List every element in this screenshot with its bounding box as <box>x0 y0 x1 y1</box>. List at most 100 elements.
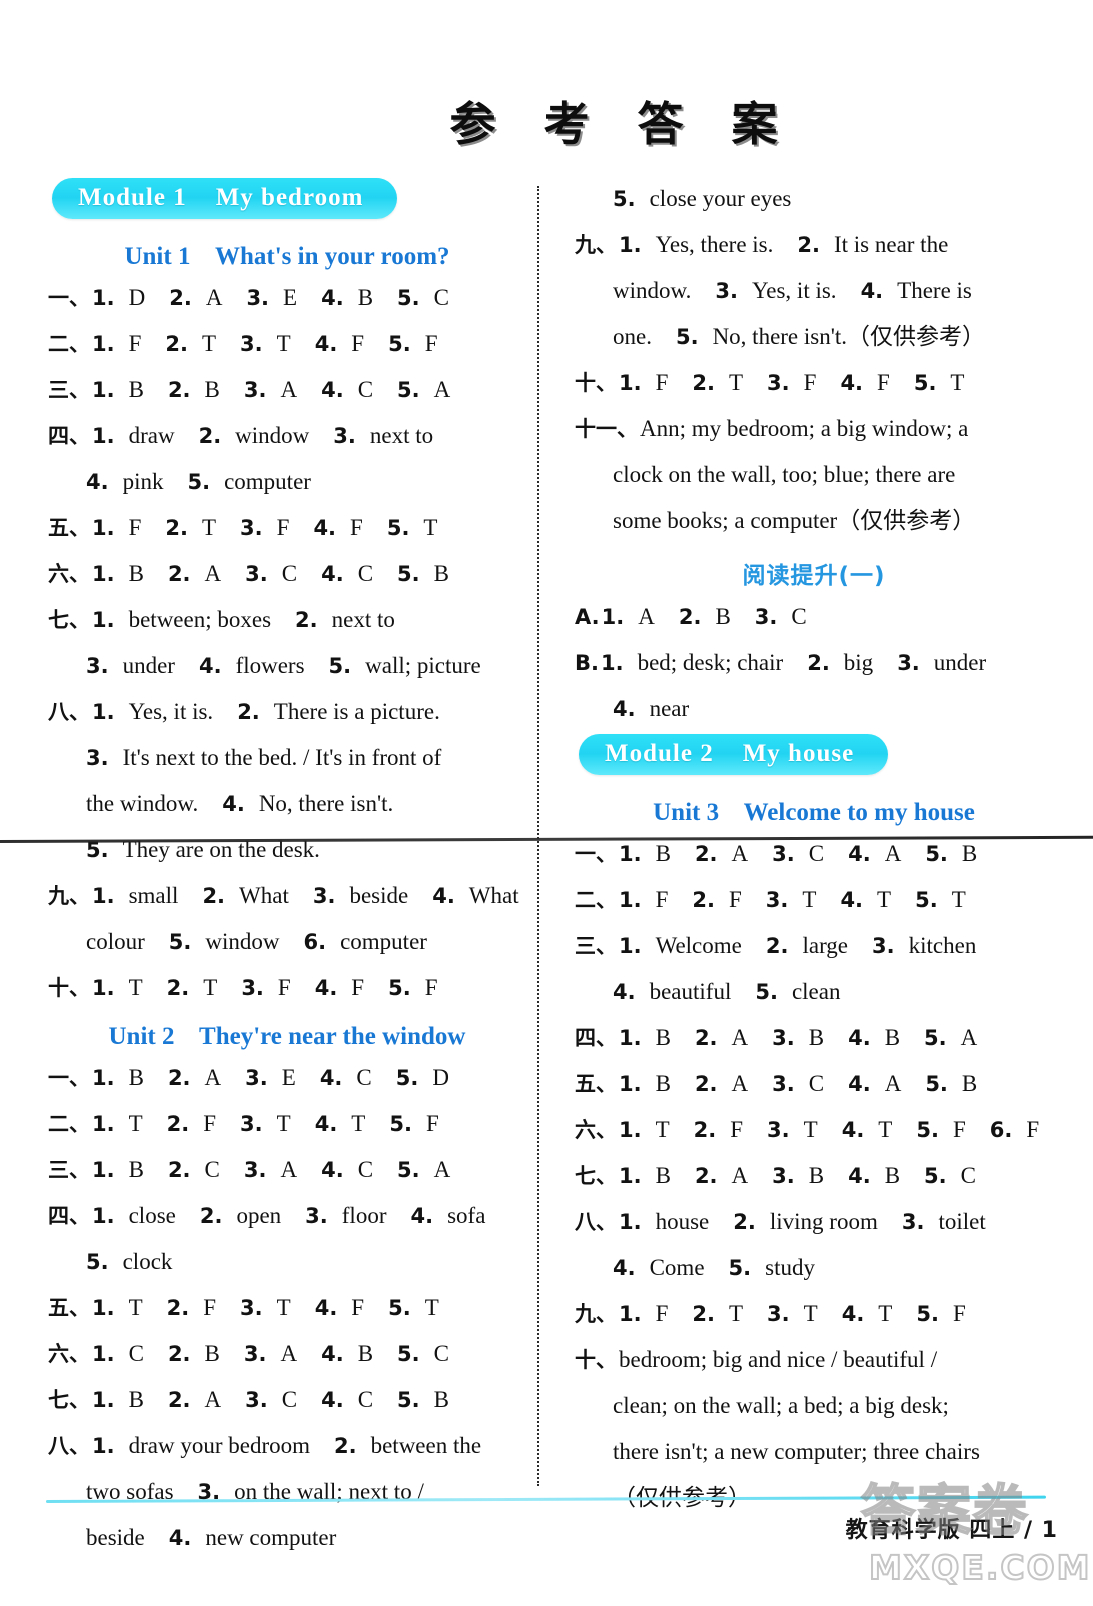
answer-row-body: 1. draw your bedroom 2. between the <box>92 1425 526 1467</box>
answer-row-body: 1. A 2. B 3. C <box>602 596 1053 638</box>
answer-number: 1. <box>92 516 115 540</box>
answer-number: 3. <box>243 1342 267 1366</box>
answer-text: A <box>731 1025 749 1050</box>
answer-row-label: A. <box>575 605 600 629</box>
answer-number: 2. <box>167 1342 191 1366</box>
answer-row-label: 五、 <box>48 516 90 540</box>
answer-row: B. 1. bed; desk; chair 2. big 3. under <box>575 642 1053 684</box>
answer-row-label: 六、 <box>575 1118 617 1142</box>
answer-text: toilet <box>938 1209 986 1234</box>
answer-number: 1. <box>92 1066 115 1090</box>
answer-row-label: B. <box>575 651 599 675</box>
answer-text: B <box>884 1163 901 1188</box>
answer-number: 4. <box>848 842 871 866</box>
answer-number: 5. <box>388 332 411 356</box>
answer-number: 3. <box>772 1026 795 1050</box>
answer-text: F <box>728 887 742 912</box>
answer-number: 2. <box>678 605 702 629</box>
answer-number: 2. <box>166 1112 190 1136</box>
answer-number: 5. <box>924 1164 947 1188</box>
answer-number: 3. <box>241 976 264 1000</box>
answer-number: 5. <box>386 516 410 540</box>
answer-text: B <box>961 841 978 866</box>
answer-text: C <box>433 1341 449 1366</box>
answer-text: T <box>877 887 892 912</box>
answer-text: A <box>731 1163 749 1188</box>
answer-row-label: 五、 <box>575 1072 617 1096</box>
answer-row-body: 1. Welcome 2. large 3. kitchen <box>619 925 1053 967</box>
answer-number: 1. <box>92 1434 115 1458</box>
answer-text: A <box>960 1025 978 1050</box>
module-banner-pill: Module 1 My bedroom <box>52 178 398 219</box>
answer-row: 三、 1. B 2. C 3. A 4. C 5. A <box>48 1149 526 1191</box>
answer-text: A <box>205 285 223 310</box>
answer-number: 1. <box>619 371 642 395</box>
answer-text: C <box>357 1157 374 1182</box>
answer-number: 2. <box>202 884 226 908</box>
answer-text: B <box>884 1025 901 1050</box>
answer-text: F <box>203 1295 217 1320</box>
answer-number: 2. <box>167 1388 191 1412</box>
answer-row-body: 1. F 2. T 3. F 4. F 5. T <box>619 362 1053 404</box>
answer-continuation: there isn't; a new computer; three chair… <box>575 1431 1053 1473</box>
answer-text: D <box>432 1065 449 1090</box>
answer-text: A <box>884 841 902 866</box>
answer-text: T <box>423 515 438 540</box>
answer-text: A <box>433 1157 451 1182</box>
answer-number: 5. <box>328 654 352 678</box>
answer-number: 5. <box>388 1296 411 1320</box>
answer-row-label: 四、 <box>48 424 90 448</box>
answer-text: C <box>281 561 298 586</box>
answer-text: beside <box>349 883 409 908</box>
answer-number: 1. <box>92 1158 115 1182</box>
answer-row-body: 1. F 2. T 3. T 4. T 5. F <box>619 1293 1053 1335</box>
answer-number: 5. <box>728 1256 752 1280</box>
answer-number: 3. <box>243 378 267 402</box>
answer-text: C <box>356 1065 372 1090</box>
answer-row-label: 五、 <box>48 1296 90 1320</box>
answer-text: B <box>655 1025 671 1050</box>
answer-row-label: 十、 <box>48 976 90 1000</box>
answer-row-label: 八、 <box>575 1210 617 1234</box>
answer-row: 二、 1. T 2. F 3. T 4. T 5. F <box>48 1103 526 1145</box>
answer-number: 4. <box>168 1526 192 1550</box>
answer-number: 4. <box>222 792 245 816</box>
answer-row-label: 四、 <box>575 1026 617 1050</box>
answer-text: F <box>424 975 438 1000</box>
answer-text: close <box>128 1203 176 1228</box>
answer-number: 3. <box>767 371 790 395</box>
answer-number: 3. <box>901 1210 925 1234</box>
answer-text: C <box>204 1157 220 1182</box>
answer-text: A <box>280 377 298 402</box>
answer-text: F <box>952 1117 966 1142</box>
answer-text: between; boxes <box>128 607 272 632</box>
module-banner-label: Module 2 My house <box>605 740 855 767</box>
answer-number: 1. <box>92 286 115 310</box>
answer-continuation: 5. They are on the desk. <box>48 829 526 871</box>
answer-text: one. <box>613 324 652 349</box>
answer-row-body: 1. F 2. T 3. F 4. F 5. T <box>92 507 526 549</box>
answer-text: B <box>128 1387 144 1412</box>
answer-number: 5. <box>397 286 420 310</box>
answer-number: 4. <box>841 1302 865 1326</box>
answer-number: 2. <box>694 1072 718 1096</box>
answer-row-label: 七、 <box>575 1164 617 1188</box>
answer-text: F <box>803 370 817 395</box>
answer-row-body: 1. T 2. F 3. T 4. F 5. T <box>92 1287 526 1329</box>
answer-row-label: 八、 <box>48 700 90 724</box>
answer-continuation: 3. It's next to the bed. / It's in front … <box>48 737 526 779</box>
answer-number: 6. <box>303 930 327 954</box>
answer-number: 5. <box>397 562 420 586</box>
answer-row-body: 1. T 2. F 3. T 4. T 5. F <box>92 1103 526 1145</box>
answer-text: colour <box>86 929 145 954</box>
answer-number: 2. <box>167 562 191 586</box>
answer-row-body: 1. B 2. A 3. B 4. B 5. C <box>619 1155 1053 1197</box>
answer-row-body: Ann; my bedroom; a big window; a <box>640 408 1053 450</box>
answer-row-label: 二、 <box>48 332 90 356</box>
answer-number: 5. <box>395 1066 419 1090</box>
answer-text: living room <box>769 1209 878 1234</box>
answer-number: 3. <box>767 1302 790 1326</box>
answer-continuation: clean; on the wall; a bed; a big desk; <box>575 1385 1053 1427</box>
answer-text: It is near the <box>833 232 949 257</box>
answer-number: 2. <box>694 842 718 866</box>
